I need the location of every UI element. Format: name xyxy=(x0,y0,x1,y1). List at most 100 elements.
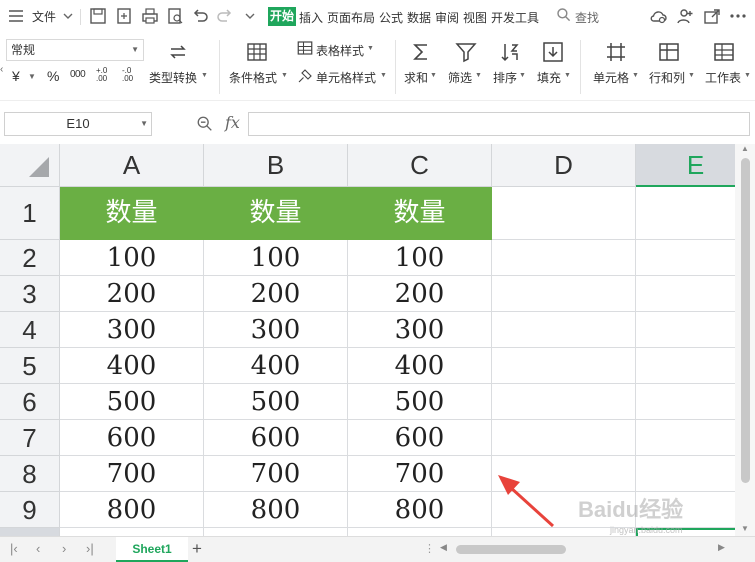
horizontal-scroll-thumb[interactable] xyxy=(456,545,566,554)
row-header-1[interactable]: 1 xyxy=(0,187,60,240)
scroll-down-icon[interactable]: ▼ xyxy=(741,524,749,533)
cell-d5[interactable] xyxy=(492,348,636,384)
cell-a4[interactable]: 300 xyxy=(60,312,204,348)
chevron-down-icon[interactable]: ▼ xyxy=(475,72,482,79)
cell-a9[interactable]: 800 xyxy=(60,492,204,528)
cell-c4[interactable]: 300 xyxy=(348,312,492,348)
currency-format-button[interactable]: ¥ xyxy=(12,68,20,84)
cell-c6[interactable]: 500 xyxy=(348,384,492,420)
cell-e1[interactable] xyxy=(636,187,735,240)
cell-a5[interactable]: 400 xyxy=(60,348,204,384)
cell-b1[interactable]: 数量 xyxy=(204,187,348,240)
chevron-down-icon[interactable]: ▼ xyxy=(281,72,288,79)
ribbon-scroll-left-icon[interactable]: ‹ xyxy=(0,64,3,75)
cell-e7[interactable] xyxy=(636,420,735,456)
cell-button[interactable]: 单元格 xyxy=(593,69,629,86)
menu-icon[interactable] xyxy=(6,6,26,26)
worksheet-button[interactable]: 工作表 xyxy=(705,69,741,86)
cell-c3[interactable]: 200 xyxy=(348,276,492,312)
decrease-decimal-button[interactable]: -.0 .00 xyxy=(122,67,140,83)
share-icon[interactable] xyxy=(702,6,722,26)
search-label[interactable]: 查找 xyxy=(575,9,599,26)
cloud-sync-icon[interactable] xyxy=(648,6,668,26)
number-format-select[interactable]: 常规 ▼ xyxy=(6,39,144,61)
increase-decimal-button[interactable]: +.0 .00 xyxy=(96,67,114,83)
chevron-down-icon[interactable]: ▼ xyxy=(430,72,437,79)
row-col-button[interactable]: 行和列 xyxy=(649,69,685,86)
sheet-tab-sheet1[interactable]: Sheet1 xyxy=(116,537,188,562)
column-header-d[interactable]: D xyxy=(492,144,636,187)
chevron-down-icon[interactable]: ▼ xyxy=(564,72,571,79)
cell-a3[interactable]: 200 xyxy=(60,276,204,312)
zoom-icon[interactable] xyxy=(196,115,214,133)
cell-d1[interactable] xyxy=(492,187,636,240)
sum-button[interactable]: 求和 xyxy=(404,69,428,86)
export-pdf-icon[interactable] xyxy=(114,6,134,26)
conditional-format-button[interactable]: 条件格式 xyxy=(229,69,277,86)
cell-d3[interactable] xyxy=(492,276,636,312)
row-col-icon[interactable] xyxy=(657,40,681,64)
formula-input[interactable] xyxy=(248,112,750,136)
chevron-down-icon[interactable]: ▼ xyxy=(380,72,387,79)
type-convert-icon[interactable] xyxy=(166,40,190,64)
scroll-right-icon[interactable]: ▶ xyxy=(718,542,725,553)
vertical-scroll-thumb[interactable] xyxy=(741,158,750,483)
sort-icon[interactable] xyxy=(498,40,522,64)
splitter-handle[interactable]: ⋮ xyxy=(424,542,435,555)
cell-b9[interactable]: 800 xyxy=(204,492,348,528)
fill-button[interactable]: 填充 xyxy=(537,69,561,86)
sort-button[interactable]: 排序 xyxy=(493,69,517,86)
cell-c1[interactable]: 数量 xyxy=(348,187,492,240)
row-header-8[interactable]: 8 xyxy=(0,456,60,492)
undo-icon[interactable] xyxy=(190,6,210,26)
filter-icon[interactable] xyxy=(454,40,478,64)
next-sheet-icon[interactable]: › xyxy=(62,541,66,556)
type-convert-button[interactable]: 类型转换 xyxy=(149,69,197,86)
cell-c9[interactable]: 800 xyxy=(348,492,492,528)
cell-b6[interactable]: 500 xyxy=(204,384,348,420)
tab-view[interactable]: 视图 xyxy=(463,9,487,26)
print-preview-icon[interactable] xyxy=(165,6,185,26)
more-icon[interactable] xyxy=(728,6,748,26)
cell-e5[interactable] xyxy=(636,348,735,384)
cell-style-button[interactable]: 单元格样式 xyxy=(316,69,376,86)
cell-icon[interactable] xyxy=(604,40,628,64)
thousands-separator-button[interactable]: 000 xyxy=(70,69,86,80)
row-header-3[interactable]: 3 xyxy=(0,276,60,312)
table-style-icon[interactable] xyxy=(296,39,314,57)
chevron-down-icon[interactable] xyxy=(240,6,260,26)
cell-c2[interactable]: 100 xyxy=(348,240,492,276)
cell-b2[interactable]: 100 xyxy=(204,240,348,276)
tab-data[interactable]: 数据 xyxy=(407,9,431,26)
first-sheet-icon[interactable]: |‹ xyxy=(10,541,18,556)
name-box[interactable]: E10 ▼ xyxy=(4,112,152,136)
cell-b10[interactable] xyxy=(204,528,348,536)
chevron-down-icon[interactable]: ▼ xyxy=(367,45,374,52)
cell-c7[interactable]: 600 xyxy=(348,420,492,456)
cell-d2[interactable] xyxy=(492,240,636,276)
cell-style-icon[interactable] xyxy=(296,67,314,85)
select-all-corner[interactable] xyxy=(0,144,60,187)
cell-d7[interactable] xyxy=(492,420,636,456)
vertical-scrollbar[interactable]: ▲ ▼ xyxy=(735,144,755,536)
row-header-4[interactable]: 4 xyxy=(0,312,60,348)
cell-a1[interactable]: 数量 xyxy=(60,187,204,240)
cell-e2[interactable] xyxy=(636,240,735,276)
tab-developer[interactable]: 开发工具 xyxy=(491,9,539,26)
cell-c10[interactable] xyxy=(348,528,492,536)
scroll-left-icon[interactable]: ◀ xyxy=(440,542,447,553)
column-header-b[interactable]: B xyxy=(204,144,348,187)
column-header-c[interactable]: C xyxy=(348,144,492,187)
chevron-down-icon[interactable]: ▼ xyxy=(688,72,695,79)
table-style-button[interactable]: 表格样式 xyxy=(316,42,364,59)
filter-button[interactable]: 筛选 xyxy=(448,69,472,86)
fx-icon[interactable]: fx xyxy=(225,113,240,132)
cell-a7[interactable]: 600 xyxy=(60,420,204,456)
cell-b8[interactable]: 700 xyxy=(204,456,348,492)
prev-sheet-icon[interactable]: ‹ xyxy=(36,541,40,556)
fill-icon[interactable] xyxy=(541,40,565,64)
chevron-down-icon[interactable] xyxy=(58,6,78,26)
sum-icon[interactable] xyxy=(409,40,433,64)
conditional-format-icon[interactable] xyxy=(245,40,269,64)
tab-page-layout[interactable]: 页面布局 xyxy=(327,9,375,26)
